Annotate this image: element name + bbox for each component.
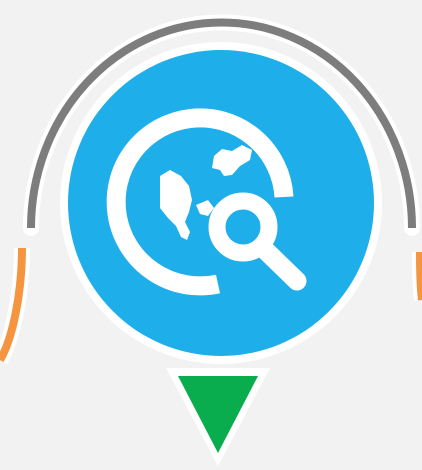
pointer-arrow bbox=[178, 376, 258, 453]
globe-search-badge bbox=[0, 0, 422, 470]
badge-graphic bbox=[0, 14, 422, 466]
